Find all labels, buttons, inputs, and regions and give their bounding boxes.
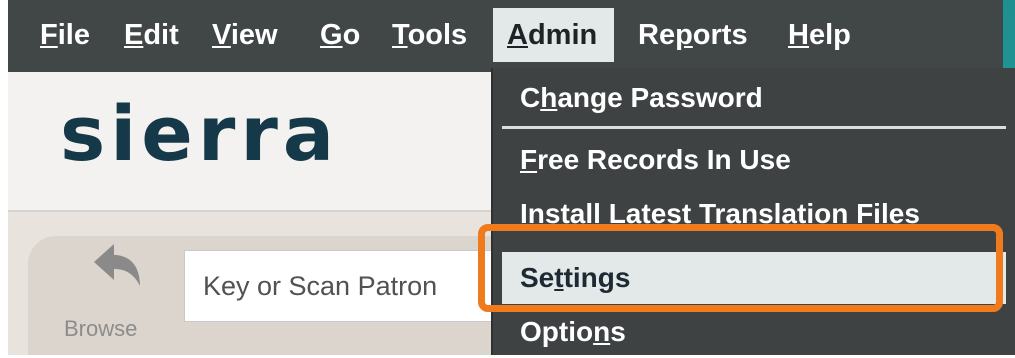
admin-dropdown-menu: Change Password Free Records In Use Inst… (491, 68, 1015, 355)
menu-separator (502, 126, 1006, 129)
sierra-logo: sierra (60, 89, 340, 178)
browse-label[interactable]: Browse (64, 316, 137, 342)
menu-item-free-records[interactable]: Free Records In Use (502, 134, 1006, 186)
menu-item-settings[interactable]: Settings (502, 252, 1006, 304)
menu-tools[interactable]: Tools (380, 8, 479, 62)
menu-edit[interactable]: Edit (112, 8, 191, 62)
menu-bar: File Edit View Go Tools Admin Reports He… (8, 0, 1003, 72)
menu-go[interactable]: Go (308, 8, 372, 62)
patron-search-input[interactable] (184, 250, 498, 322)
menu-view[interactable]: View (200, 8, 290, 62)
menu-item-install-translation[interactable]: Install Latest Translation Files (502, 188, 1006, 240)
menu-admin[interactable]: Admin (493, 8, 615, 62)
app-window: File Edit View Go Tools Admin Reports He… (8, 0, 1015, 355)
menu-file[interactable]: File (28, 8, 102, 62)
back-arrow-icon[interactable] (90, 240, 144, 290)
menu-reports[interactable]: Reports (626, 8, 760, 62)
menu-item-options[interactable]: Options (502, 306, 1006, 358)
menu-help[interactable]: Help (776, 8, 863, 62)
menu-item-change-password[interactable]: Change Password (502, 72, 1006, 124)
